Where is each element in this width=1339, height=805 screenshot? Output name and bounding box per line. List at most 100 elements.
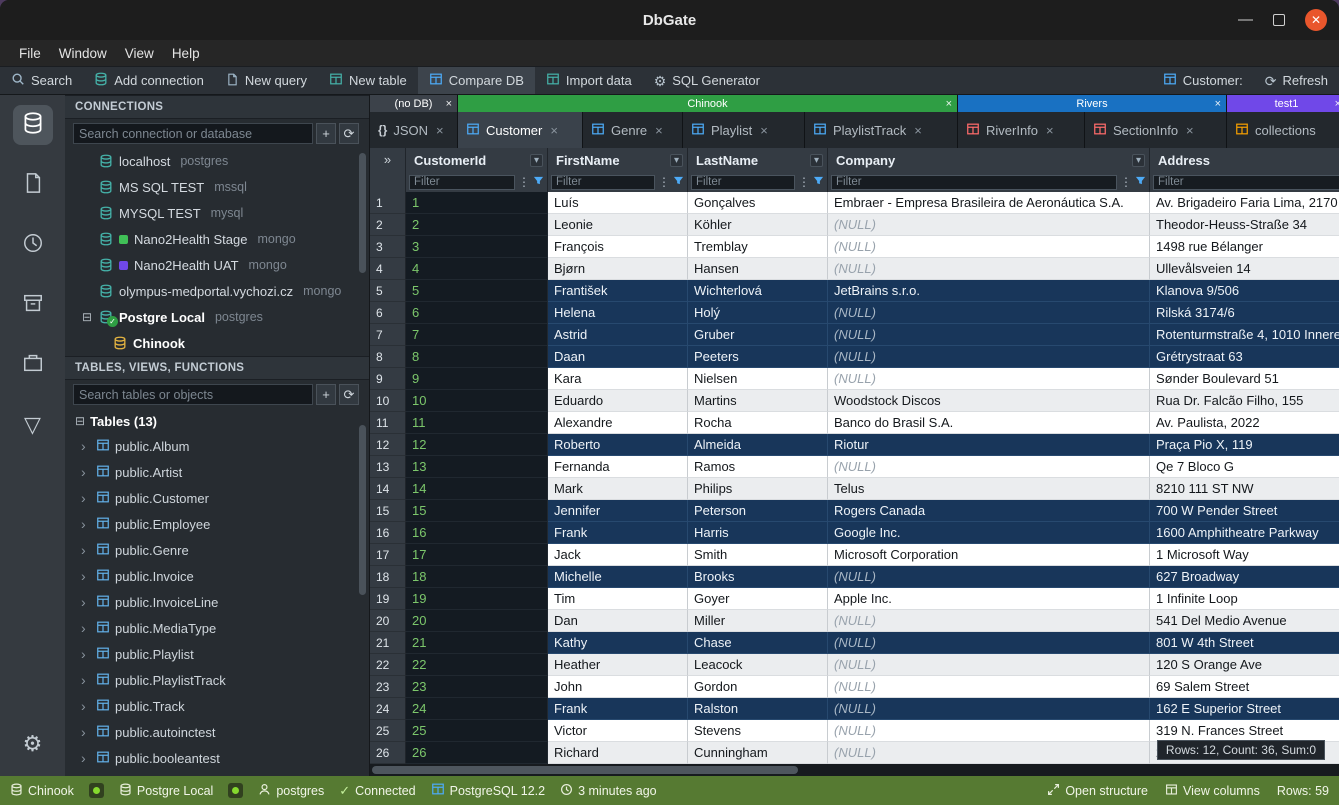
cell-address[interactable]: 8210 111 ST NW [1150,478,1339,500]
table-item-public-customer[interactable]: ›public.Customer [65,485,369,511]
table-row[interactable]: 2020DanMiller(NULL)541 Del Medio Avenue [370,610,1339,632]
table-item-public-invoice[interactable]: ›public.Invoice [65,563,369,589]
cell-address[interactable]: Praça Pio X, 119 [1150,434,1339,456]
filter-menu-icon[interactable]: ⋮ [1120,175,1132,189]
cell-firstname[interactable]: Tim [548,588,688,610]
cell-customerid[interactable]: 2 [406,214,548,236]
cell-customerid[interactable]: 19 [406,588,548,610]
cell-customerid[interactable]: 18 [406,566,548,588]
connection-nano2health-uat[interactable]: Nano2Health UATmongo [65,252,369,278]
table-row[interactable]: 2121KathyChase(NULL)801 W 4th Street [370,632,1339,654]
connection-olympus-medportal-vychozi-cz[interactable]: olympus-medportal.vychozi.czmongo [65,278,369,304]
row-number[interactable]: 21 [370,632,406,654]
table-item-public-mediatype[interactable]: ›public.MediaType [65,615,369,641]
row-number[interactable]: 11 [370,412,406,434]
cell-company[interactable]: (NULL) [828,302,1150,324]
cell-firstname[interactable]: František [548,280,688,302]
row-number[interactable]: 17 [370,544,406,566]
connections-refresh-button[interactable]: ⟳ [339,123,359,144]
cell-lastname[interactable]: Chase [688,632,828,654]
close-icon[interactable]: × [550,123,558,138]
filter-input-customerid[interactable] [409,175,515,190]
cell-customerid[interactable]: 22 [406,654,548,676]
cell-address[interactable]: 120 S Orange Ave [1150,654,1339,676]
status-item-view-columns[interactable]: View columns [1165,783,1260,799]
cell-lastname[interactable]: Stevens [688,720,828,742]
table-row[interactable]: 22LeonieKöhler(NULL)Theodor-Heuss-Straße… [370,214,1339,236]
cell-customerid[interactable]: 20 [406,610,548,632]
table-row[interactable]: 66HelenaHolý(NULL)Rilská 3174/6 [370,302,1339,324]
scrollbar-thumb[interactable] [372,766,798,774]
table-item-public-artist[interactable]: ›public.Artist [65,459,369,485]
filter-input-address[interactable] [1153,175,1339,190]
close-icon[interactable]: × [1335,98,1339,110]
column-header-address[interactable]: Address▾ [1150,148,1339,172]
status-item-postgres[interactable]: postgres [258,783,324,799]
cell-lastname[interactable]: Harris [688,522,828,544]
db-group-chinook[interactable]: Chinook× [458,95,958,112]
filter-funnel-icon[interactable] [673,173,684,191]
cell-customerid[interactable]: 25 [406,720,548,742]
chevron-right-icon[interactable]: › [81,620,91,636]
cell-address[interactable]: 1 Infinite Loop [1150,588,1339,610]
chevron-right-icon[interactable]: › [81,646,91,662]
cell-address[interactable]: 162 E Superior Street [1150,698,1339,720]
cell-customerid[interactable]: 12 [406,434,548,456]
menu-window[interactable]: Window [50,46,116,61]
chevron-right-icon[interactable]: › [81,464,91,480]
close-icon[interactable]: × [914,123,922,138]
cell-address[interactable]: 319 N. Frances Street [1150,720,1339,742]
table-item-public-invoiceline[interactable]: ›public.InvoiceLine [65,589,369,615]
menu-help[interactable]: Help [163,46,209,61]
menu-view[interactable]: View [116,46,163,61]
cell-firstname[interactable]: Frank [548,698,688,720]
cell-lastname[interactable]: Peeters [688,346,828,368]
cell-address[interactable]: 700 W Pender Street [1150,500,1339,522]
table-item-public-genre[interactable]: ›public.Genre [65,537,369,563]
cell-company[interactable]: Microsoft Corporation [828,544,1150,566]
cell-lastname[interactable]: Köhler [688,214,828,236]
cell-customerid[interactable]: 10 [406,390,548,412]
row-number[interactable]: 8 [370,346,406,368]
cell-customerid[interactable]: 23 [406,676,548,698]
close-icon[interactable]: × [946,98,952,110]
cell-company[interactable]: (NULL) [828,456,1150,478]
cell-address[interactable]: Av. Paulista, 2022 [1150,412,1339,434]
table-row[interactable]: 1515JenniferPetersonRogers Canada700 W P… [370,500,1339,522]
nav-connections-button[interactable] [13,105,53,145]
maximize-button[interactable] [1273,14,1285,26]
table-row[interactable]: 1111AlexandreRochaBanco do Brasil S.A.Av… [370,412,1339,434]
row-number[interactable]: 19 [370,588,406,610]
table-item-public-album[interactable]: ›public.Album [65,433,369,459]
cell-lastname[interactable]: Gruber [688,324,828,346]
row-number[interactable]: 22 [370,654,406,676]
cell-company[interactable]: (NULL) [828,676,1150,698]
cell-company[interactable]: (NULL) [828,632,1150,654]
settings-button[interactable]: ⚙ [13,724,53,764]
table-row[interactable]: 1717JackSmithMicrosoft Corporation1 Micr… [370,544,1339,566]
toolbar-customer-button[interactable]: Customer: [1152,67,1254,94]
row-number[interactable]: 10 [370,390,406,412]
cell-firstname[interactable]: Jennifer [548,500,688,522]
cell-firstname[interactable]: Dan [548,610,688,632]
cell-firstname[interactable]: Astrid [548,324,688,346]
status-item-3-minutes-ago[interactable]: 3 minutes ago [560,783,657,799]
cell-lastname[interactable]: Philips [688,478,828,500]
cell-firstname[interactable]: François [548,236,688,258]
cell-lastname[interactable]: Wichterlová [688,280,828,302]
cell-company[interactable]: Google Inc. [828,522,1150,544]
cell-firstname[interactable]: Roberto [548,434,688,456]
status-item[interactable] [228,783,243,798]
nav-plugins-button[interactable] [13,345,53,385]
table-row[interactable]: 77AstridGruber(NULL)Rotenturmstraße 4, 1… [370,324,1339,346]
filter-funnel-icon[interactable] [813,173,824,191]
table-row[interactable]: 33FrançoisTremblay(NULL)1498 rue Bélange… [370,236,1339,258]
expand-columns-icon[interactable]: » [370,148,406,172]
cell-lastname[interactable]: Martins [688,390,828,412]
table-row[interactable]: 1616FrankHarrisGoogle Inc.1600 Amphithea… [370,522,1339,544]
cell-address[interactable]: Rotenturmstraße 4, 1010 Innere Stadt [1150,324,1339,346]
cell-company[interactable]: (NULL) [828,610,1150,632]
tables-group-row[interactable]: ⊟ Tables (13) [65,409,369,433]
row-number[interactable]: 2 [370,214,406,236]
close-icon[interactable]: × [1215,98,1221,110]
